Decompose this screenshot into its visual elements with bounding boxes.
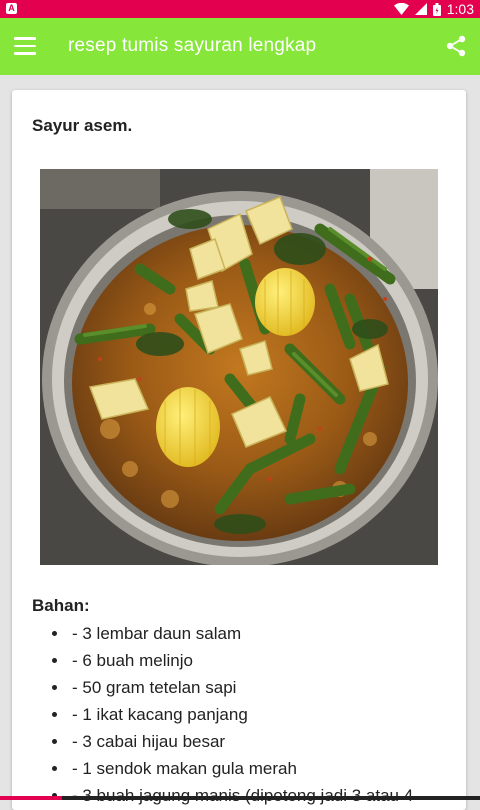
battery-icon: [432, 2, 441, 16]
app-title: resep tumis sayuran lengkap: [68, 35, 317, 56]
app-bar: resep tumis sayuran lengkap: [0, 18, 480, 75]
list-item: - 50 gram tetelan sapi: [32, 674, 413, 701]
recipe-title: Sayur asem.: [32, 116, 133, 135]
recipe-card: Sayur asem. Bahan: - 3 lembar daun salam…: [12, 90, 466, 810]
list-item: - 1 ikat kacang panjang: [32, 701, 413, 728]
ingredients-list: - 3 lembar daun salam - 6 buah melinjo -…: [32, 620, 413, 809]
status-time: 1:03: [446, 1, 474, 17]
list-item: - 6 buah melinjo: [32, 647, 413, 674]
cell-signal-icon: [414, 3, 427, 15]
share-icon[interactable]: [444, 34, 468, 58]
hamburger-menu-icon[interactable]: [14, 37, 36, 55]
sayur-asem-photo: [40, 169, 438, 565]
wifi-icon: [393, 3, 409, 15]
list-item: - 3 lembar daun salam: [32, 620, 413, 647]
bottom-edge: [0, 796, 480, 800]
status-bar: A 1:03: [0, 0, 480, 18]
status-icons: 1:03: [393, 0, 474, 18]
notification-icon: A: [6, 3, 17, 14]
list-item: - 3 cabai hijau besar: [32, 728, 413, 755]
ingredients-heading: Bahan:: [32, 596, 90, 615]
list-item: - 1 sendok makan gula merah: [32, 755, 413, 782]
